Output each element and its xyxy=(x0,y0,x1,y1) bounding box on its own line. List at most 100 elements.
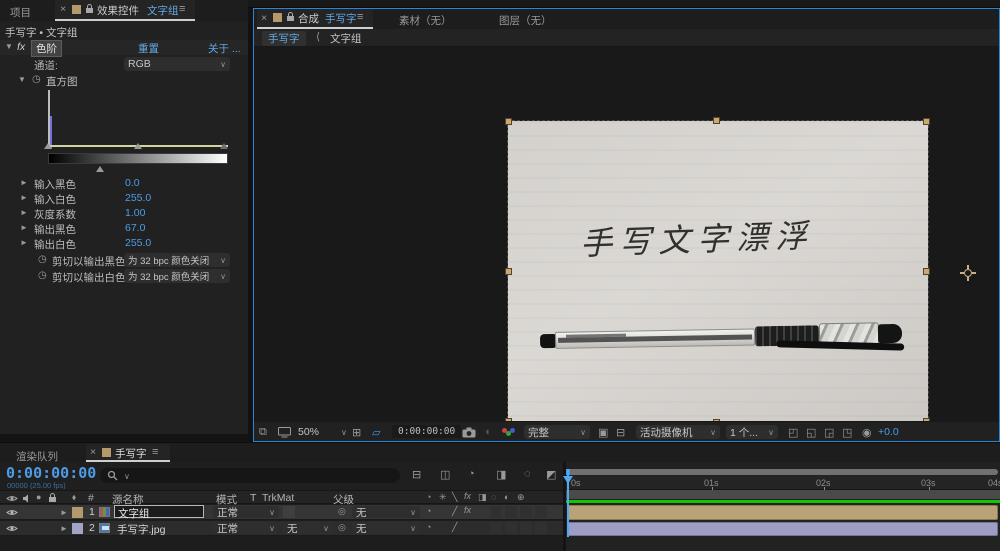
composition-flowchart-icon[interactable]: ⊟ xyxy=(412,468,421,481)
layer-expand-icon[interactable]: ► xyxy=(60,524,68,533)
stopwatch-icon[interactable]: ◷ xyxy=(32,74,41,85)
param-value[interactable]: 1.00 xyxy=(125,207,145,219)
view-layout-icon[interactable]: ◰ xyxy=(788,426,798,439)
layer-visibility-icon[interactable] xyxy=(6,524,18,533)
parent-pickwhip-icon[interactable]: ◎ xyxy=(338,522,346,533)
tab-effect-controls[interactable]: × 效果控件 文字组 ≡ xyxy=(55,0,195,19)
composition-viewer[interactable]: 手写文字漂浮 xyxy=(254,47,999,421)
layer-visibility-icon[interactable] xyxy=(6,508,18,517)
exposure-value[interactable]: +0.0 xyxy=(878,426,899,438)
frame-blending-icon[interactable]: ◨ xyxy=(496,468,506,481)
transparency-grid-icon[interactable]: ⊟ xyxy=(616,426,625,439)
close-icon[interactable]: × xyxy=(261,12,267,24)
close-icon[interactable]: × xyxy=(60,3,66,15)
work-area-bar[interactable] xyxy=(566,490,1000,499)
layer-row-1[interactable]: ► 1 文字组 正常 ∨ ◎ 无 ∨ ◔ ╱ fx xyxy=(0,505,563,520)
time-ruler[interactable]: 0s 01s 02s 03s 04s xyxy=(566,476,1000,490)
effect-reset-link[interactable]: 重置 xyxy=(138,41,159,56)
clip-white-select[interactable]: 为 32 bpc 颜色关闭 ∨ xyxy=(124,269,230,283)
anchor-point[interactable] xyxy=(960,265,976,281)
effects-toggle-icon[interactable]: fx xyxy=(464,505,471,515)
trkmat-column-header[interactable]: TrkMat xyxy=(262,492,294,504)
parent-select[interactable]: 无 ∨ xyxy=(352,506,420,518)
effect-about-link[interactable]: 关于 ... xyxy=(208,41,241,56)
search-field[interactable]: ∨ xyxy=(100,468,400,483)
twirl-right-icon[interactable]: ► xyxy=(20,223,28,232)
param-value[interactable]: 255.0 xyxy=(125,192,151,204)
shy-toggle-icon[interactable]: ◔ xyxy=(426,506,431,516)
fast-previews-icon[interactable]: ◲ xyxy=(824,426,834,439)
input-white-marker[interactable] xyxy=(220,143,228,149)
show-channels-icon[interactable] xyxy=(502,428,516,438)
panel-menu-icon[interactable]: ≡ xyxy=(357,11,363,23)
region-of-interest-icon[interactable]: ▱ xyxy=(372,426,380,439)
viewer-timecode[interactable]: 0:00:00:00 xyxy=(392,425,462,438)
layer-name-edit-box[interactable]: 文字组 xyxy=(114,505,204,520)
stopwatch-icon[interactable]: ◷ xyxy=(38,270,47,281)
photo-layer[interactable]: 手写文字漂浮 xyxy=(507,120,976,421)
layer-mode-select[interactable]: 正常 ∨ xyxy=(213,506,279,518)
layer-expand-icon[interactable]: ► xyxy=(60,508,68,517)
motion-blur-icon[interactable]: ◌ xyxy=(524,468,531,480)
quality-toggle-icon[interactable]: ╱ xyxy=(452,506,457,517)
parent-select[interactable]: 无 ∨ xyxy=(352,522,420,534)
twirl-right-icon[interactable]: ► xyxy=(20,238,28,247)
levels-histogram[interactable] xyxy=(44,90,228,149)
close-icon[interactable]: × xyxy=(90,446,96,458)
layer-name[interactable]: 手写字.jpg xyxy=(117,522,165,537)
layer-row-2[interactable]: ► 2 手写字.jpg 正常 ∨ 无 ∨ ◎ 无 ∨ ◔ ╱ xyxy=(0,521,563,536)
pixel-aspect-correction-icon[interactable]: ◱ xyxy=(806,426,816,439)
twirl-right-icon[interactable]: ► xyxy=(20,178,28,187)
effect-name[interactable]: 色阶 xyxy=(31,40,62,57)
reset-exposure-icon[interactable]: ◉ xyxy=(862,426,872,439)
shy-toggle-icon[interactable]: ◔ xyxy=(426,522,431,532)
tab-layer[interactable]: 图层（无） xyxy=(499,13,552,28)
selection-handle[interactable] xyxy=(923,268,930,275)
tab-project[interactable]: 项目 xyxy=(10,5,31,20)
adjust-exposure-icon[interactable]: ◳ xyxy=(842,426,852,439)
resolution-select[interactable]: 完整 ∨ xyxy=(524,425,590,439)
layer-label-color[interactable] xyxy=(72,507,83,518)
layer-label-color[interactable] xyxy=(72,523,83,534)
fx-badge-icon[interactable]: fx xyxy=(17,41,25,53)
current-timecode[interactable]: 0:00:00:00 xyxy=(6,464,96,482)
breadcrumb-current-comp[interactable]: 文字组 xyxy=(330,31,362,46)
layer-mode-select[interactable]: 正常 ∨ xyxy=(213,522,279,534)
lock-icon[interactable] xyxy=(286,12,295,22)
selection-handle[interactable] xyxy=(505,268,512,275)
panel-menu-icon[interactable]: ≡ xyxy=(179,3,185,15)
clip-black-select[interactable]: 为 32 bpc 颜色关闭 ∨ xyxy=(124,253,230,267)
gamma-marker[interactable] xyxy=(134,143,142,149)
output-black-marker[interactable] xyxy=(96,166,104,172)
t-column-header[interactable]: T xyxy=(250,492,256,504)
tab-composition[interactable]: × 合成 手写字 ≡ xyxy=(257,9,373,27)
hide-shy-layers-icon[interactable]: ◔ xyxy=(468,468,475,480)
breadcrumb-parent-comp[interactable]: 手写字 xyxy=(262,31,306,46)
twirl-right-icon[interactable]: ► xyxy=(20,208,28,217)
stopwatch-icon[interactable]: ◷ xyxy=(38,254,47,265)
layer-bar-1[interactable] xyxy=(567,505,998,520)
playhead-head[interactable] xyxy=(563,476,573,484)
quality-toggle-icon[interactable]: ╱ xyxy=(452,522,457,533)
param-value[interactable]: 255.0 xyxy=(125,237,151,249)
grid-guides-icon[interactable]: ⊞ xyxy=(352,426,361,439)
always-preview-icon[interactable]: ⧉ xyxy=(259,426,267,439)
trkmat-select[interactable]: 无 ∨ xyxy=(283,522,333,534)
graph-editor-icon[interactable]: ◩ xyxy=(546,468,556,481)
snapshot-camera-icon[interactable] xyxy=(462,427,476,438)
twirl-right-icon[interactable]: ► xyxy=(20,193,28,202)
time-navigator[interactable] xyxy=(566,469,998,475)
input-black-marker[interactable] xyxy=(44,143,52,149)
show-snapshot-icon[interactable]: ◖ xyxy=(484,426,491,438)
twirl-down-icon[interactable]: ▼ xyxy=(18,75,26,84)
param-value[interactable]: 67.0 xyxy=(125,222,145,234)
panel-menu-icon[interactable]: ≡ xyxy=(152,446,158,458)
selection-handle[interactable] xyxy=(505,118,512,125)
target-region-icon[interactable]: ▣ xyxy=(598,426,608,439)
channel-select[interactable]: RGB ∨ xyxy=(124,57,230,71)
output-gradient-bar[interactable] xyxy=(48,153,228,164)
selection-handle[interactable] xyxy=(713,117,720,124)
layer-bar-2[interactable] xyxy=(567,522,998,536)
draft-3d-icon[interactable]: ◫ xyxy=(440,468,450,481)
zoom-level-select[interactable]: 50% xyxy=(298,426,319,438)
